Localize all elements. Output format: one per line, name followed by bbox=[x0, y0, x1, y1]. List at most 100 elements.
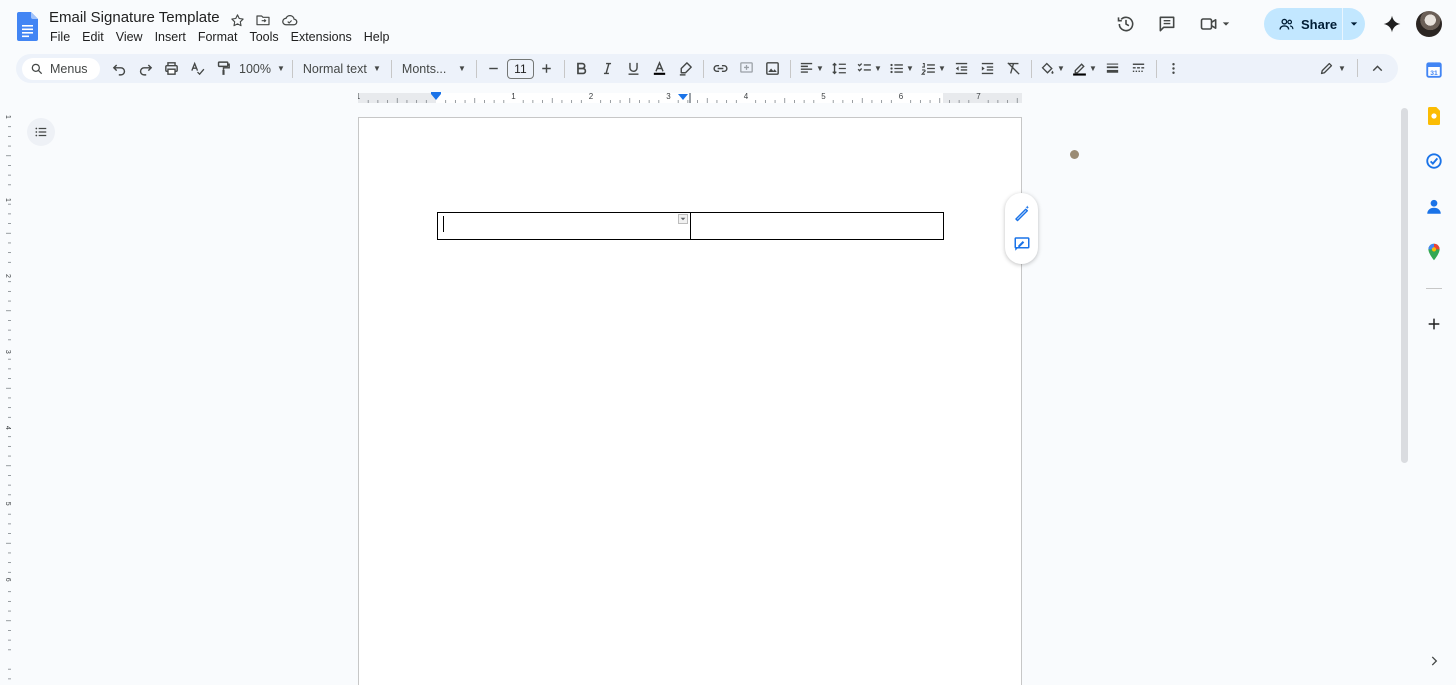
column-boundary-marker[interactable] bbox=[689, 93, 691, 103]
search-icon bbox=[31, 63, 43, 74]
toolbar-divider bbox=[789, 59, 791, 78]
decrease-font-size-icon[interactable] bbox=[481, 57, 507, 81]
search-menus-button[interactable]: Menus bbox=[22, 57, 100, 80]
zoom-select[interactable]: 100% ▼ bbox=[236, 57, 288, 81]
font-size-field[interactable]: 11 bbox=[506, 57, 534, 81]
horizontal-ruler[interactable]: 11234567 bbox=[358, 90, 1022, 104]
search-menus-label: Menus bbox=[50, 61, 88, 76]
editing-mode-menu[interactable]: ▼ bbox=[1313, 56, 1351, 80]
paint-format-icon[interactable] bbox=[210, 57, 236, 81]
menu-insert[interactable]: Insert bbox=[149, 29, 192, 46]
paragraph-style-select[interactable]: Normal text ▼ bbox=[297, 57, 387, 81]
more-options-icon[interactable] bbox=[1161, 57, 1187, 81]
zoom-value: 100% bbox=[239, 61, 271, 76]
cloud-saved-icon[interactable] bbox=[279, 10, 299, 30]
star-icon[interactable] bbox=[227, 10, 247, 30]
redo-icon[interactable] bbox=[132, 57, 158, 81]
menu-tools[interactable]: Tools bbox=[243, 29, 284, 46]
table-cell[interactable] bbox=[438, 213, 691, 239]
underline-icon[interactable] bbox=[621, 57, 647, 81]
ruler-number: 6 bbox=[4, 578, 11, 582]
hide-menus-chevron-up-icon[interactable] bbox=[1364, 56, 1390, 80]
gemini-icon[interactable] bbox=[1376, 8, 1408, 40]
move-to-folder-icon[interactable] bbox=[253, 10, 273, 30]
vertical-ruler[interactable]: 1 1 2 3 4 5 6 bbox=[0, 110, 14, 685]
border-dash-icon[interactable] bbox=[1126, 57, 1152, 81]
comments-icon[interactable] bbox=[1151, 8, 1183, 40]
toolbar-divider bbox=[291, 59, 293, 78]
ruler-number: 4 bbox=[4, 426, 11, 430]
font-family-value: Monts... bbox=[401, 61, 447, 76]
toolbar-divider bbox=[563, 59, 565, 78]
border-color-icon bbox=[1073, 63, 1086, 76]
tasks-icon[interactable] bbox=[1422, 149, 1446, 173]
italic-icon[interactable] bbox=[595, 57, 621, 81]
vertical-scrollbar[interactable] bbox=[1401, 108, 1408, 463]
document-page[interactable] bbox=[358, 117, 1022, 685]
add-comment-icon[interactable] bbox=[734, 57, 760, 81]
undo-icon[interactable] bbox=[106, 57, 132, 81]
maps-icon[interactable] bbox=[1422, 240, 1446, 264]
menu-view[interactable]: View bbox=[110, 29, 149, 46]
increase-font-size-icon[interactable] bbox=[534, 57, 560, 81]
caret-down-icon: ▼ bbox=[1056, 64, 1065, 73]
help-me-write-icon[interactable] bbox=[1010, 201, 1034, 225]
add-comment-icon[interactable] bbox=[1010, 232, 1034, 256]
insert-image-icon[interactable] bbox=[760, 57, 786, 81]
docs-header: Email Signature Template File Edit View … bbox=[0, 0, 1456, 52]
clear-formatting-icon[interactable] bbox=[1001, 57, 1027, 81]
cell-background-color-menu[interactable]: ▼ bbox=[1036, 57, 1068, 81]
docs-logo-icon[interactable] bbox=[17, 12, 38, 41]
caret-down-icon: ▼ bbox=[457, 64, 466, 73]
side-panel-rail: 31 bbox=[1414, 52, 1456, 685]
caret-down-icon: ▼ bbox=[905, 64, 914, 73]
fill-color-icon bbox=[1041, 62, 1054, 74]
bold-icon[interactable] bbox=[569, 57, 595, 81]
font-family-select[interactable]: Monts... ▼ bbox=[396, 57, 472, 81]
bulleted-list-menu[interactable]: ▼ bbox=[885, 57, 917, 81]
first-line-indent-marker[interactable] bbox=[431, 92, 441, 94]
decrease-indent-icon[interactable] bbox=[949, 57, 975, 81]
version-history-icon[interactable] bbox=[1110, 8, 1142, 40]
document-title[interactable]: Email Signature Template bbox=[49, 9, 220, 26]
text-color-icon[interactable] bbox=[647, 57, 673, 81]
menu-file[interactable]: File bbox=[44, 29, 76, 46]
ruler-number: 3 bbox=[666, 92, 671, 101]
border-width-icon[interactable] bbox=[1100, 57, 1126, 81]
insert-link-icon[interactable] bbox=[708, 57, 734, 81]
add-icon[interactable] bbox=[1422, 312, 1446, 336]
toolbar-divider bbox=[475, 59, 477, 78]
highlight-color-icon[interactable] bbox=[673, 57, 699, 81]
increase-indent-icon[interactable] bbox=[975, 57, 1001, 81]
expand-panel-icon[interactable] bbox=[1422, 649, 1446, 673]
ruler-number: 7 bbox=[976, 92, 981, 101]
chevron-down-icon bbox=[1222, 22, 1229, 26]
align-menu[interactable]: ▼ bbox=[795, 57, 827, 81]
numbered-list-menu[interactable]: ▼ bbox=[917, 57, 949, 81]
keep-icon[interactable] bbox=[1422, 104, 1446, 128]
table-cell[interactable] bbox=[691, 213, 943, 239]
meet-button[interactable] bbox=[1192, 8, 1236, 40]
checklist-menu[interactable]: ▼ bbox=[853, 57, 885, 81]
share-label: Share bbox=[1301, 16, 1338, 32]
print-icon[interactable] bbox=[158, 57, 184, 81]
share-dropdown[interactable] bbox=[1343, 8, 1365, 40]
document-outline-button[interactable] bbox=[27, 118, 55, 146]
contacts-icon[interactable] bbox=[1422, 195, 1446, 219]
signature-table[interactable] bbox=[437, 212, 944, 240]
account-avatar[interactable] bbox=[1416, 11, 1442, 37]
menu-extensions[interactable]: Extensions bbox=[285, 29, 358, 46]
share-main[interactable]: Share bbox=[1264, 8, 1342, 40]
menu-help[interactable]: Help bbox=[358, 29, 396, 46]
ruler-margin-right bbox=[943, 93, 1022, 103]
cell-options-button[interactable] bbox=[678, 214, 688, 224]
line-spacing-icon[interactable] bbox=[827, 57, 853, 81]
share-button[interactable]: Share bbox=[1264, 8, 1365, 40]
font-size-value[interactable]: 11 bbox=[506, 58, 534, 79]
calendar-icon[interactable]: 31 bbox=[1422, 58, 1446, 82]
menu-format[interactable]: Format bbox=[192, 29, 244, 46]
svg-text:31: 31 bbox=[1430, 70, 1438, 77]
menu-edit[interactable]: Edit bbox=[76, 29, 110, 46]
border-color-menu[interactable]: ▼ bbox=[1068, 57, 1100, 81]
spellcheck-icon[interactable] bbox=[184, 57, 210, 81]
